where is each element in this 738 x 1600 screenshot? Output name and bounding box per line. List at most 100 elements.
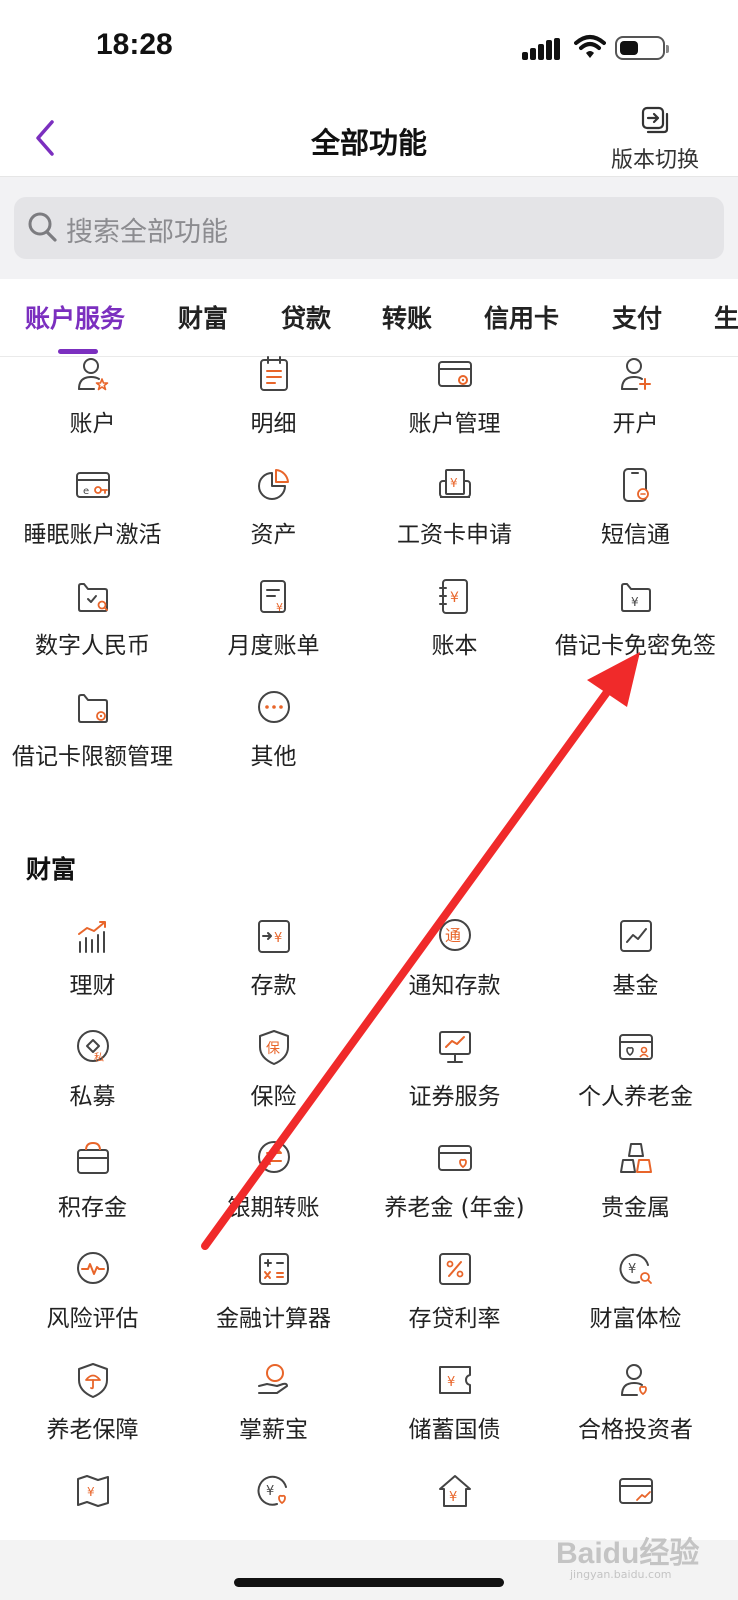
svg-text:私: 私 (94, 1052, 104, 1064)
grid-item-personal-pension[interactable]: 个人养老金 (543, 1029, 728, 1129)
grid-item-bank-futures-transfer[interactable]: 银期转账 (181, 1140, 366, 1240)
yuan-heart-icon: ¥ (257, 1475, 287, 1506)
bar-trend-icon (78, 921, 106, 953)
grid-item-label: 月度账单 (227, 633, 320, 659)
search-input[interactable]: 搜索全部功能 (14, 197, 724, 259)
tab-payment[interactable]: 支付 (612, 299, 662, 335)
grid-item-digital-rmb[interactable]: 数字人民币 (0, 578, 185, 678)
list-calendar-icon (260, 356, 288, 391)
wallet-gear-icon (78, 694, 108, 723)
grid-item-label: 资产 (250, 522, 297, 548)
grid-item-label: 合格投资者 (578, 1417, 693, 1443)
pie-chart-icon (258, 469, 289, 500)
grid-item-salary-treasure[interactable]: 掌薪宝 (181, 1362, 366, 1462)
grid-item-label: 开户 (612, 411, 659, 437)
tab-account-services[interactable]: 账户服务 (25, 299, 125, 335)
svg-text:¥: ¥ (449, 1490, 457, 1505)
annuity-card-icon (438, 1145, 472, 1171)
wallet-yuan-icon: ¥ (621, 583, 651, 612)
grid-item-private-equity[interactable]: 私 私募 (0, 1029, 185, 1129)
percent-icon (439, 1253, 471, 1285)
grid-item-label: 掌薪宝 (239, 1417, 308, 1443)
house-yuan-icon: ¥ (439, 1475, 471, 1507)
grid-item-label: 金融计算器 (216, 1306, 331, 1332)
grid-item-monthly-bill[interactable]: ¥ 月度账单 (181, 578, 366, 678)
user-star-icon (78, 358, 109, 391)
grid-item-wealth-checkup[interactable]: ¥ 财富体检 (543, 1251, 728, 1351)
grid-item-label: 借记卡限额管理 (12, 744, 173, 770)
grid-item-risk-assessment[interactable]: 风险评估 (0, 1251, 185, 1351)
calculator-icon (259, 1253, 289, 1285)
grid-item-label: 工资卡申请 (397, 522, 512, 548)
svg-text:¥: ¥ (266, 1484, 274, 1499)
grid-item-salary-card[interactable]: ¥ 工资卡申请 (362, 467, 547, 567)
grid-item-gold-accumulation[interactable]: 积存金 (0, 1140, 185, 1240)
search-placeholder: 搜索全部功能 (66, 217, 228, 248)
watermark-logo: Baidu经验 (556, 1537, 700, 1570)
grid-item-open-account[interactable]: 开户 (543, 356, 728, 456)
ledger-yuan-icon: ¥ (439, 579, 468, 614)
grid-item-label: 存贷利率 (408, 1306, 501, 1332)
grid-item-precious-metals[interactable]: 贵金属 (543, 1140, 728, 1240)
grid-item-dormant-activation[interactable]: e 睡眠账户激活 (0, 467, 185, 567)
grid-item-fund[interactable]: 基金 (543, 918, 728, 1018)
search-area: 搜索全部功能 (0, 177, 738, 279)
battery-icon (615, 36, 669, 60)
section-title-wealth: 财富 (26, 855, 77, 884)
more-dots-icon (258, 691, 290, 723)
grid-item-label: 贵金属 (601, 1195, 670, 1221)
grid-item-label: 财富体检 (589, 1306, 682, 1332)
svg-text:¥: ¥ (450, 476, 458, 490)
grid-item-account[interactable]: 账户 (0, 356, 185, 456)
grid-item-details[interactable]: 明细 (181, 356, 366, 456)
card-trend-icon (619, 1478, 653, 1504)
grid-item-label: 理财 (69, 973, 116, 999)
svg-text:通: 通 (445, 926, 461, 945)
svg-text:¥: ¥ (631, 595, 639, 609)
bill-yuan-icon: ¥ (260, 580, 286, 614)
grid-item-label: 储蓄国债 (408, 1417, 501, 1443)
map-yuan-icon: ¥ (77, 1475, 109, 1507)
tab-loans[interactable]: 贷款 (281, 299, 331, 335)
grid-item-label: 借记卡免密免签 (555, 633, 716, 659)
tab-transfer[interactable]: 转账 (382, 299, 432, 335)
grid-item-label: 数字人民币 (35, 633, 150, 659)
version-switch-button[interactable]: 版本切换 (600, 106, 710, 173)
grid-item-other[interactable]: 其他 (181, 689, 366, 789)
pension-card-icon (619, 1034, 653, 1060)
grid-item-label: 保险 (250, 1084, 297, 1110)
svg-text:保: 保 (266, 1041, 280, 1057)
grid-item-financial-calculator[interactable]: 金融计算器 (181, 1251, 366, 1351)
grid-item-debit-passwordless[interactable]: ¥ 借记卡免密免签 (543, 578, 728, 678)
grid-item-account-management[interactable]: 账户管理 (362, 356, 547, 456)
gold-bars-icon (620, 1143, 652, 1173)
home-indicator[interactable] (234, 1578, 504, 1587)
insurance-shield-icon: 保 (259, 1030, 289, 1065)
grid-item-label: 银期转账 (227, 1195, 320, 1221)
grid-item-savings-bonds[interactable]: ¥ 储蓄国债 (362, 1362, 547, 1462)
grid-item-ledger[interactable]: ¥ 账本 (362, 578, 547, 678)
grid-item-interest-rates[interactable]: 存贷利率 (362, 1251, 547, 1351)
grid-item-pension-security[interactable]: 养老保障 (0, 1362, 185, 1462)
grid-item-annuity[interactable]: 养老金 (年金) (362, 1140, 547, 1240)
status-time: 18:28 (96, 28, 173, 61)
nav-bar: 全部功能 版本切换 (0, 100, 738, 177)
grid-item-sms-service[interactable]: 短信通 (543, 467, 728, 567)
grid-item-securities[interactable]: 证券服务 (362, 1029, 547, 1129)
grid-item-assets[interactable]: 资产 (181, 467, 366, 567)
grid-item-qualified-investor[interactable]: 合格投资者 (543, 1362, 728, 1462)
grid-item-wealth-management[interactable]: 理财 (0, 918, 185, 1018)
grid-item-insurance[interactable]: 保 保险 (181, 1029, 366, 1129)
fund-chart-icon (620, 920, 652, 952)
tab-life[interactable]: 生 (714, 299, 738, 335)
grid-item-label: 基金 (612, 973, 659, 999)
grid-item-label: 账户 (69, 411, 116, 437)
grid-item-debit-limit[interactable]: 借记卡限额管理 (0, 689, 185, 789)
grid-item-label: 积存金 (58, 1195, 127, 1221)
phone-message-icon (623, 468, 649, 502)
tab-credit-card[interactable]: 信用卡 (484, 299, 559, 335)
printer-yuan-icon: ¥ (439, 469, 471, 498)
grid-item-notice-deposit[interactable]: 通 通知存款 (362, 918, 547, 1018)
tab-wealth[interactable]: 财富 (178, 299, 228, 335)
grid-item-deposit[interactable]: ¥ 存款 (181, 918, 366, 1018)
